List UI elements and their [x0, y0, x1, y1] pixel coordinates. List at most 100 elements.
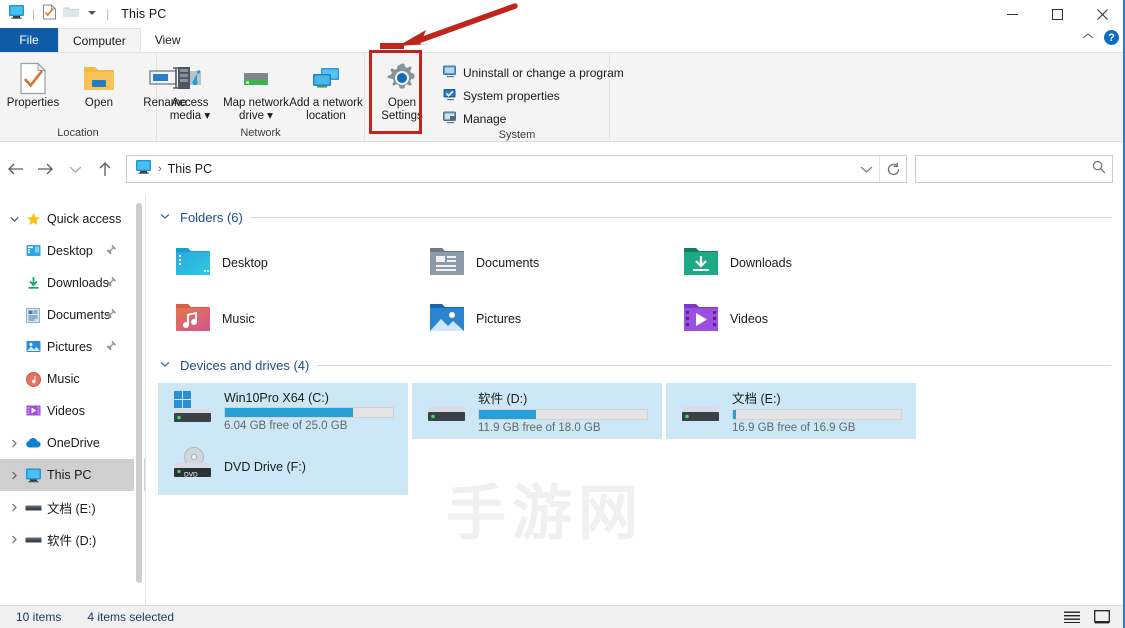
properties-button[interactable]: Properties: [0, 57, 66, 121]
chevron-up-icon[interactable]: [1082, 32, 1094, 44]
sidebar-item-drive-d[interactable]: 软件 (D:): [0, 523, 145, 555]
sidebar-item-this-pc[interactable]: This PC: [0, 459, 145, 491]
folder-tile-label: Documents: [476, 256, 539, 270]
search-icon[interactable]: [1092, 160, 1106, 179]
window-title: This PC: [111, 7, 166, 21]
map-network-drive-button[interactable]: Map network drive ▾: [223, 57, 289, 123]
access-media-label: Access media ▾: [157, 97, 223, 123]
up-button[interactable]: [90, 154, 120, 184]
folder-tile-desktop[interactable]: Desktop: [158, 235, 412, 291]
scrollbar-thumb[interactable]: [136, 203, 142, 583]
sidebar-item-pictures[interactable]: Pictures: [0, 331, 145, 363]
details-view-icon[interactable]: [1063, 608, 1081, 626]
navigation-pane-scrollbar[interactable]: [134, 195, 144, 605]
chevron-right-icon[interactable]: [6, 439, 22, 448]
breadcrumb[interactable]: › This PC: [127, 158, 853, 180]
sidebar-item-downloads[interactable]: Downloads: [0, 267, 145, 299]
drive-tile-e[interactable]: 文档 (E:) 16.9 GB free of 16.9 GB: [666, 383, 916, 439]
pin-icon[interactable]: [105, 276, 117, 291]
maximize-button[interactable]: [1035, 0, 1080, 28]
ribbon-group-location-label: Location: [0, 126, 156, 142]
sidebar-item-label: 软件 (D:): [44, 530, 96, 549]
pin-icon[interactable]: [105, 340, 117, 355]
folder-tile-documents[interactable]: Documents: [412, 235, 666, 291]
uninstall-program-item[interactable]: Uninstall or change a program: [441, 63, 630, 82]
minimize-button[interactable]: [990, 0, 1035, 28]
breadcrumb-separator[interactable]: ›: [158, 163, 162, 175]
search-input[interactable]: [924, 162, 1092, 176]
sidebar-item-label: Quick access: [44, 212, 121, 226]
chevron-right-icon[interactable]: [6, 503, 22, 512]
folders-group-header[interactable]: Folders (6): [158, 207, 1125, 227]
manage-item[interactable]: Manage: [441, 109, 630, 128]
dropdown-caret-icon[interactable]: [85, 7, 99, 21]
large-icons-view-icon[interactable]: [1093, 608, 1111, 626]
pin-icon[interactable]: [105, 244, 117, 259]
close-button[interactable]: [1080, 0, 1125, 28]
sidebar-item-documents[interactable]: Documents: [0, 299, 145, 331]
sidebar-item-videos[interactable]: Videos: [0, 395, 145, 427]
hard-drive-icon: [678, 389, 724, 434]
drives-group-header[interactable]: Devices and drives (4): [158, 355, 1125, 375]
recent-locations-button[interactable]: [60, 154, 90, 184]
breadcrumb-item-this-pc[interactable]: This PC: [168, 162, 212, 176]
folder-tile-music[interactable]: Music: [158, 291, 412, 347]
tab-view[interactable]: View: [141, 28, 195, 52]
group-divider: [251, 217, 1111, 218]
documents-icon: [22, 308, 44, 323]
folder-icon[interactable]: [62, 5, 80, 24]
downloads-icon: [22, 276, 44, 290]
tab-computer[interactable]: Computer: [58, 28, 141, 52]
folder-tile-label: Videos: [730, 312, 768, 326]
tab-file[interactable]: File: [0, 28, 58, 52]
this-pc-icon[interactable]: [135, 158, 152, 180]
uninstall-program-icon: [443, 65, 457, 81]
system-properties-icon: [443, 88, 457, 104]
system-properties-item[interactable]: System properties: [441, 86, 630, 105]
sidebar-item-drive-e[interactable]: 文档 (E:): [0, 491, 145, 523]
windows-drive-icon: [170, 389, 216, 434]
star-icon: [22, 212, 44, 227]
open-button[interactable]: Open: [66, 57, 132, 121]
folder-tile-downloads[interactable]: Downloads: [666, 235, 920, 291]
sidebar-item-desktop[interactable]: Desktop: [0, 235, 145, 267]
chevron-down-icon[interactable]: [158, 360, 172, 371]
drives-group-label: Devices and drives (4): [180, 358, 309, 373]
access-media-icon: [174, 61, 206, 95]
drive-tile-c[interactable]: Win10Pro X64 (C:) 6.04 GB free of 25.0 G…: [158, 383, 408, 439]
sidebar-item-label: OneDrive: [44, 436, 100, 450]
chevron-right-icon[interactable]: [6, 471, 22, 480]
properties-icon[interactable]: [42, 4, 57, 25]
drive-tile-f[interactable]: DVD DVD Drive (F:): [158, 439, 408, 495]
this-pc-icon[interactable]: [8, 3, 25, 25]
forward-button[interactable]: [30, 154, 60, 184]
back-button[interactable]: [0, 154, 30, 184]
refresh-icon[interactable]: [880, 156, 906, 182]
folders-grid: Desktop Documents Downloads: [158, 235, 1125, 347]
sidebar-item-onedrive[interactable]: OneDrive: [0, 427, 145, 459]
drive-name: 文档 (E:): [732, 388, 902, 407]
sidebar-item-music[interactable]: Music: [0, 363, 145, 395]
capacity-bar: [224, 407, 394, 418]
folder-tile-videos[interactable]: Videos: [666, 291, 920, 347]
chevron-down-icon[interactable]: [6, 216, 22, 223]
sidebar-item-quick-access[interactable]: Quick access: [0, 203, 145, 235]
chevron-down-icon[interactable]: [853, 156, 879, 182]
open-settings-label: Open Settings: [369, 97, 435, 123]
help-icon[interactable]: ?: [1104, 30, 1119, 45]
drive-tile-d[interactable]: 软件 (D:) 11.9 GB free of 18.0 GB: [412, 383, 662, 439]
access-media-button[interactable]: Access media ▾: [157, 57, 223, 123]
address-bar[interactable]: › This PC: [126, 155, 907, 183]
open-settings-button[interactable]: Open Settings: [369, 57, 435, 123]
ribbon: Properties Open Rename Location: [0, 52, 1125, 142]
title-bar: | | This PC: [0, 0, 1125, 28]
pin-icon[interactable]: [105, 308, 117, 323]
window-controls: [990, 0, 1125, 28]
folder-tile-pictures[interactable]: Pictures: [412, 291, 666, 347]
search-box[interactable]: [915, 155, 1113, 183]
chevron-down-icon[interactable]: [158, 212, 172, 223]
add-network-location-button[interactable]: Add a network location: [289, 57, 363, 123]
drive-icon: [22, 534, 44, 545]
system-properties-label: System properties: [463, 89, 560, 103]
chevron-right-icon[interactable]: [6, 535, 22, 544]
